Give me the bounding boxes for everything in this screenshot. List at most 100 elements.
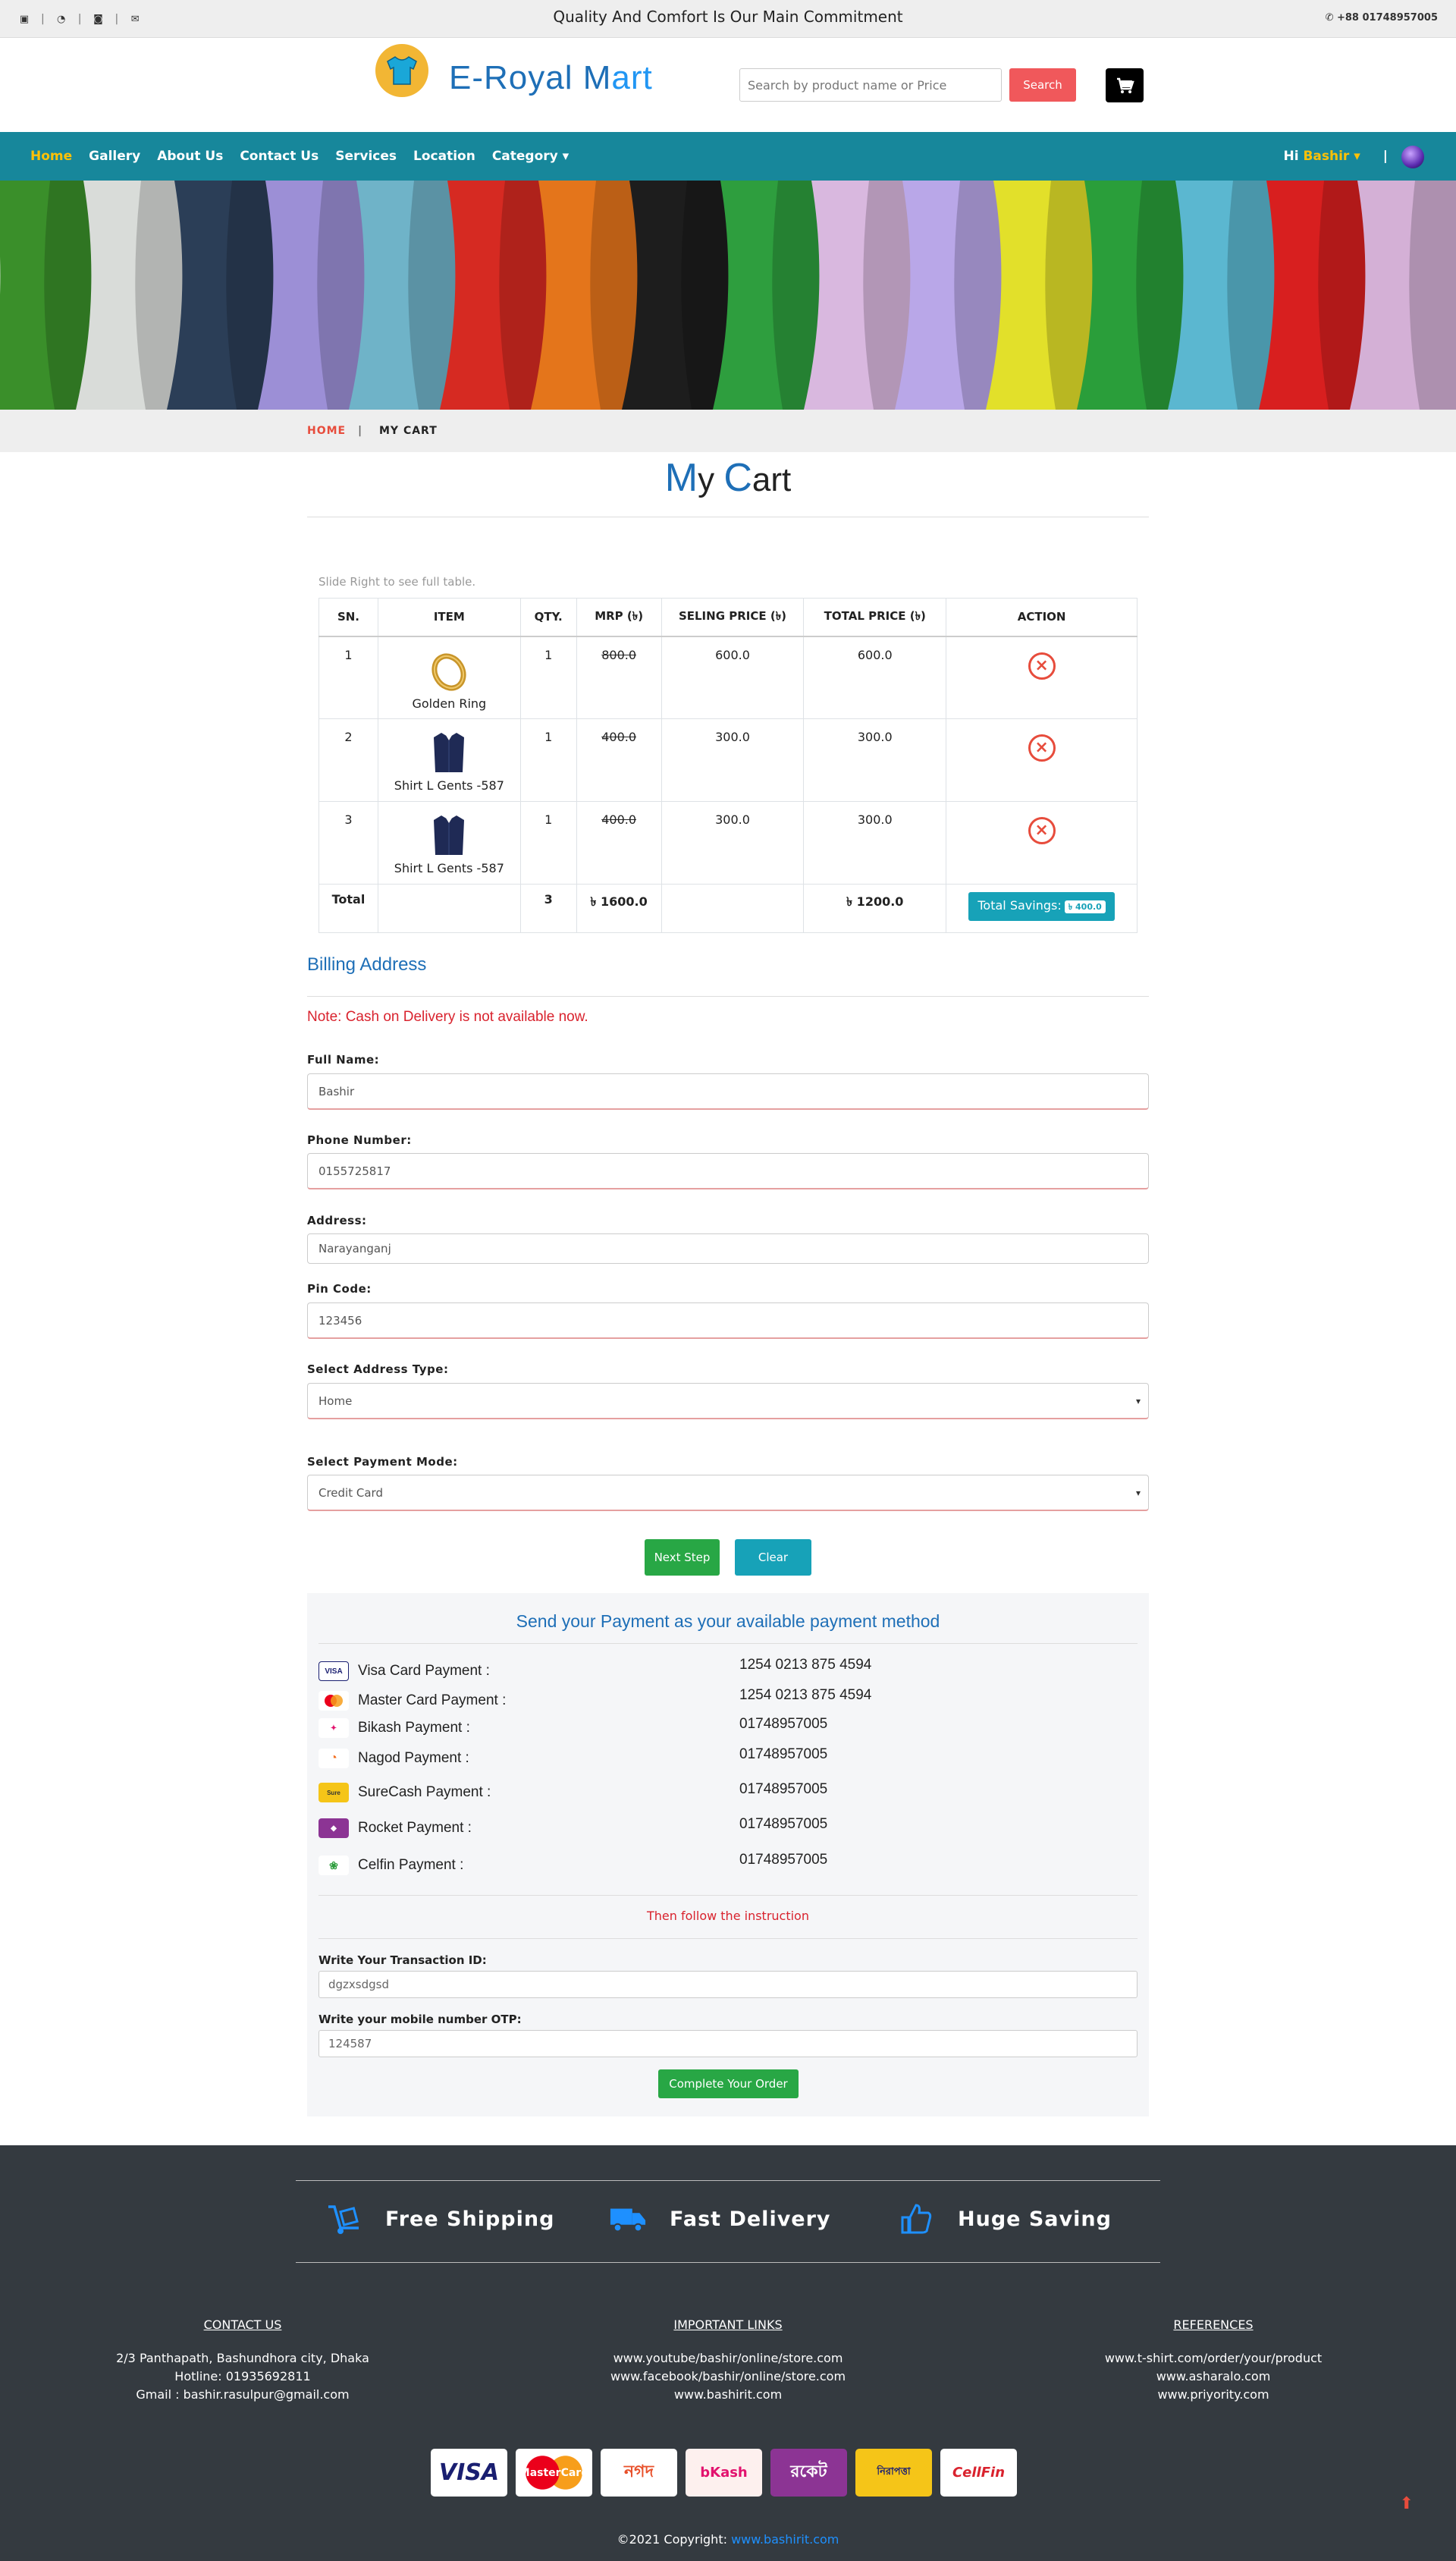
nav-home[interactable]: Home (30, 149, 72, 164)
avatar[interactable] (1401, 146, 1424, 168)
contact-email[interactable]: Gmail : bashir.rasulpur@gmail.com (68, 2386, 417, 2404)
payment-method-rocket: ◆ Rocket Payment : (318, 1817, 472, 1840)
total-label: Total (318, 884, 378, 933)
footer-link[interactable]: www.t-shirt.com/order/your/product (1039, 2349, 1388, 2368)
method-number: 01748957005 (739, 1746, 828, 1762)
address-type-select[interactable]: Home ▾ (307, 1383, 1149, 1419)
col-sn: SN. (318, 598, 378, 637)
title-cap-2: C (723, 456, 752, 500)
title-part-1: y (698, 461, 724, 498)
payment-mode-value: Credit Card (318, 1485, 383, 1500)
row-action: × (946, 718, 1138, 802)
nav-services[interactable]: Services (335, 149, 397, 164)
row-total: 300.0 (803, 718, 947, 802)
footer-link[interactable]: www.youtube/bashir/online/store.com (554, 2349, 902, 2368)
savings-label: Total Savings: (977, 898, 1062, 913)
ring-image (431, 652, 466, 691)
table-row: 2 Shirt L Gents -587 1 400.0 300.0 300.0… (318, 718, 1138, 802)
user-menu[interactable]: Hi Bashir ▾ (1283, 149, 1360, 164)
visa-logo: VISA (431, 2449, 507, 2497)
payment-mode-select[interactable]: Credit Card ▾ (307, 1475, 1149, 1511)
row-total: 300.0 (803, 801, 947, 885)
cart-button[interactable] (1106, 68, 1144, 102)
footer-link[interactable]: www.bashirit.com (554, 2386, 902, 2404)
hero-banner (0, 181, 1456, 410)
user-name: Bashir ▾ (1303, 149, 1360, 164)
nav-location[interactable]: Location (413, 149, 475, 164)
row-mrp: 400.0 (576, 718, 662, 802)
txn-id-field[interactable]: dgzxsdgsd (318, 1971, 1138, 1998)
complete-order-button[interactable]: Complete Your Order (658, 2069, 799, 2098)
footer-link[interactable]: www.asharalo.com (1039, 2368, 1388, 2386)
greeting: Hi (1283, 149, 1299, 164)
breadcrumb-home[interactable]: HOME (307, 410, 346, 452)
total-empty (377, 884, 521, 933)
footer-references: REFERENCES www.t-shirt.com/order/your/pr… (1039, 2316, 1388, 2404)
row-sn: 2 (318, 718, 378, 802)
col-mrp: MRP (৳) (576, 598, 662, 637)
header: E-Royal Mart Search by product name or P… (0, 38, 1456, 132)
col-total-price: TOTAL PRICE (৳) (803, 598, 947, 637)
pin-field[interactable]: 123456 (307, 1302, 1149, 1339)
total-mrp: ৳ 1600.0 (576, 884, 662, 933)
feature-free-shipping: Free Shipping (325, 2200, 554, 2238)
logo-shirt-icon[interactable] (375, 44, 428, 97)
footer-heading: IMPORTANT LINKS (673, 2317, 783, 2332)
address-field[interactable]: Narayanganj (307, 1233, 1149, 1264)
feature-huge-saving: Huge Saving (897, 2200, 1112, 2238)
nav-gallery[interactable]: Gallery (89, 149, 140, 164)
address-label: Address: (307, 1214, 367, 1227)
truck-icon (609, 2200, 647, 2238)
nagad-icon: ◔ (318, 1749, 349, 1768)
nav-category[interactable]: Category ▾ (492, 149, 569, 164)
cod-note: Note: Cash on Delivery is not available … (307, 1009, 588, 1025)
scroll-top-icon[interactable]: ⬆ (1400, 2494, 1414, 2513)
method-number: 01748957005 (739, 1852, 828, 1868)
payment-title: Send your Payment as your available paym… (516, 1611, 940, 1631)
feature-label: Fast Delivery (670, 2207, 831, 2231)
row-item[interactable]: Shirt L Gents -587 (377, 801, 521, 885)
savings-badge: ৳ 400.0 (1064, 900, 1106, 913)
clear-button[interactable]: Clear (735, 1539, 811, 1576)
footer-divider (296, 2180, 1160, 2181)
payment-method-surecash: Sure SureCash Payment : (318, 1781, 491, 1804)
cart-table: SN. ITEM QTY. MRP (৳) SELING PRICE (৳) T… (318, 598, 1138, 933)
remove-item-icon[interactable]: × (1028, 652, 1056, 680)
shirt-image (434, 815, 465, 855)
remove-item-icon[interactable]: × (1028, 734, 1056, 762)
method-label: Rocket Payment : (358, 1820, 472, 1836)
nav-contact[interactable]: Contact Us (240, 149, 318, 164)
method-number: 1254 0213 875 4594 (739, 1687, 872, 1703)
total-savings-button[interactable]: Total Savings: ৳ 400.0 (968, 892, 1115, 921)
table-header-row: SN. ITEM QTY. MRP (৳) SELING PRICE (৳) T… (318, 598, 1138, 637)
row-item[interactable]: Shirt L Gents -587 (377, 718, 521, 802)
otp-field[interactable]: 124587 (318, 2030, 1138, 2057)
otp-label: Write your mobile number OTP: (318, 2013, 522, 2026)
row-action: × (946, 636, 1138, 719)
total-qty: 3 (519, 884, 577, 933)
total-price: ৳ 1200.0 (803, 884, 947, 933)
feature-label: Huge Saving (958, 2207, 1112, 2231)
brand-name[interactable]: E-Royal Mart (449, 59, 653, 97)
row-price: 300.0 (661, 718, 805, 802)
table-row: 3 Shirt L Gents -587 1 400.0 300.0 300.0… (318, 801, 1138, 885)
footer-heading: REFERENCES (1173, 2317, 1254, 2332)
search-button[interactable]: Search (1009, 68, 1076, 102)
copyright-link[interactable]: www.bashirit.com (731, 2532, 839, 2547)
method-label: Bikash Payment : (358, 1720, 470, 1736)
rocket-icon: ◆ (318, 1818, 349, 1838)
full-name-field[interactable]: Bashir (307, 1073, 1149, 1110)
phone-field[interactable]: 0155725817 (307, 1153, 1149, 1189)
remove-item-icon[interactable]: × (1028, 817, 1056, 844)
breadcrumb-current: MY CART (379, 425, 438, 437)
footer-links: IMPORTANT LINKS www.youtube/bashir/onlin… (554, 2316, 902, 2404)
next-step-button[interactable]: Next Step (645, 1539, 720, 1576)
motto-text: Quality And Comfort Is Our Main Commitme… (553, 8, 903, 26)
shirt-image (434, 733, 465, 772)
footer-link[interactable]: www.priyority.com (1039, 2386, 1388, 2404)
nav-about[interactable]: About Us (157, 149, 223, 164)
footer-link[interactable]: www.facebook/bashir/online/store.com (554, 2368, 902, 2386)
contact-address: 2/3 Panthapath, Bashundhora city, Dhaka (116, 2351, 369, 2365)
row-item[interactable]: Golden Ring (377, 636, 521, 719)
search-input[interactable]: Search by product name or Price (739, 68, 1002, 102)
